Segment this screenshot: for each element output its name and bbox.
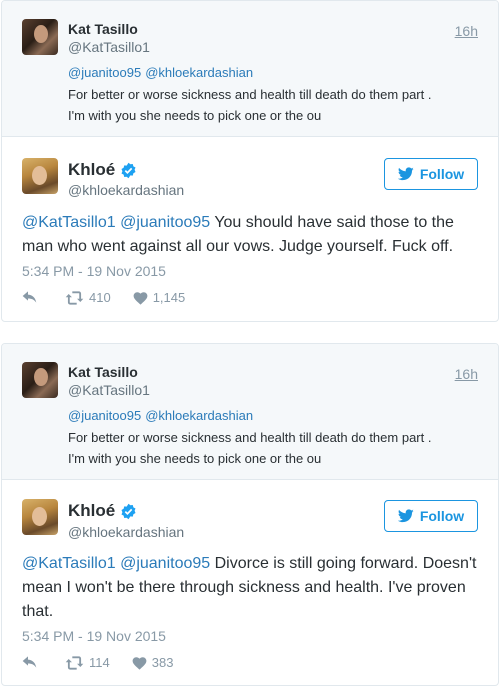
retweet-icon bbox=[65, 655, 84, 670]
avatar[interactable] bbox=[22, 158, 58, 194]
mention-link[interactable]: @KatTasillo1 bbox=[22, 214, 116, 231]
twitter-bird-icon bbox=[397, 509, 414, 523]
author-name[interactable]: Khloé bbox=[68, 160, 137, 180]
tweet-text: @KatTasillo1 @juanitoo95 You should have… bbox=[22, 211, 482, 259]
context-text: For better or worse sickness and health … bbox=[68, 427, 478, 469]
avatar[interactable] bbox=[22, 19, 58, 55]
follow-button[interactable]: Follow bbox=[384, 158, 478, 190]
embedded-tweet-card: Kat Tasillo @KatTasillo1 16h @juanitoo95… bbox=[1, 343, 499, 686]
retweet-count: 114 bbox=[89, 655, 110, 670]
context-timestamp[interactable]: 16h bbox=[455, 23, 478, 39]
context-text-line: I'm with you she needs to pick one or th… bbox=[68, 108, 322, 123]
context-text: For better or worse sickness and health … bbox=[68, 84, 478, 126]
context-author-name[interactable]: Kat Tasillo bbox=[68, 21, 138, 37]
context-mentions: @juanitoo95 @khloekardashian bbox=[68, 65, 257, 80]
tweet-actions: 114 383 bbox=[22, 655, 195, 670]
reply-icon bbox=[22, 655, 37, 668]
follow-label: Follow bbox=[419, 508, 465, 524]
author-name-text[interactable]: Khloé bbox=[68, 501, 115, 521]
tweet-actions: 410 1,145 bbox=[22, 290, 207, 305]
context-mentions: @juanitoo95 @khloekardashian bbox=[68, 408, 257, 423]
retweet-button[interactable]: 114 bbox=[65, 655, 110, 670]
twitter-bird-icon bbox=[397, 167, 414, 181]
context-text-line: I'm with you she needs to pick one or th… bbox=[68, 451, 322, 466]
author-name[interactable]: Khloé bbox=[68, 501, 137, 521]
reply-icon bbox=[22, 290, 37, 303]
follow-label: Follow bbox=[419, 166, 465, 182]
retweet-count: 410 bbox=[89, 290, 111, 305]
heart-icon bbox=[132, 656, 147, 670]
mention-link[interactable]: @juanitoo95 bbox=[120, 555, 210, 572]
context-author-handle[interactable]: @KatTasillo1 bbox=[68, 382, 150, 398]
retweet-button[interactable]: 410 bbox=[65, 290, 111, 305]
like-button[interactable]: 1,145 bbox=[133, 290, 186, 305]
avatar[interactable] bbox=[22, 362, 58, 398]
tweet-text: @KatTasillo1 @juanitoo95 Divorce is stil… bbox=[22, 552, 482, 624]
author-handle[interactable]: @khloekardashian bbox=[68, 182, 184, 198]
avatar[interactable] bbox=[22, 499, 58, 535]
in-reply-to-context: Kat Tasillo @KatTasillo1 16h @juanitoo95… bbox=[2, 1, 498, 137]
reply-button[interactable] bbox=[22, 290, 43, 305]
context-author-handle[interactable]: @KatTasillo1 bbox=[68, 39, 150, 55]
embedded-tweet-card: Kat Tasillo @KatTasillo1 16h @juanitoo95… bbox=[1, 0, 499, 322]
mention-link[interactable]: @khloekardashian bbox=[145, 65, 253, 80]
mention-link[interactable]: @khloekardashian bbox=[145, 408, 253, 423]
context-text-line: For better or worse sickness and health … bbox=[68, 87, 432, 102]
author-name-text[interactable]: Khloé bbox=[68, 160, 115, 180]
like-button[interactable]: 383 bbox=[132, 655, 174, 670]
heart-icon bbox=[133, 291, 148, 305]
like-count: 383 bbox=[151, 655, 174, 670]
context-timestamp[interactable]: 16h bbox=[455, 366, 478, 382]
reply-button[interactable] bbox=[22, 655, 43, 670]
tweet-timestamp[interactable]: 5:34 PM - 19 Nov 2015 bbox=[22, 628, 166, 644]
mention-link[interactable]: @juanitoo95 bbox=[68, 65, 141, 80]
mention-link[interactable]: @juanitoo95 bbox=[68, 408, 141, 423]
tweet-timestamp[interactable]: 5:34 PM - 19 Nov 2015 bbox=[22, 263, 166, 279]
verified-badge-icon bbox=[120, 162, 137, 179]
like-count: 1,145 bbox=[152, 290, 186, 305]
author-handle[interactable]: @khloekardashian bbox=[68, 524, 184, 540]
verified-badge-icon bbox=[120, 503, 137, 520]
follow-button[interactable]: Follow bbox=[384, 500, 478, 532]
mention-link[interactable]: @juanitoo95 bbox=[120, 214, 210, 231]
context-text-line: For better or worse sickness and health … bbox=[68, 430, 432, 445]
context-author-name[interactable]: Kat Tasillo bbox=[68, 364, 138, 380]
in-reply-to-context: Kat Tasillo @KatTasillo1 16h @juanitoo95… bbox=[2, 344, 498, 480]
mention-link[interactable]: @KatTasillo1 bbox=[22, 555, 116, 572]
retweet-icon bbox=[65, 290, 84, 305]
